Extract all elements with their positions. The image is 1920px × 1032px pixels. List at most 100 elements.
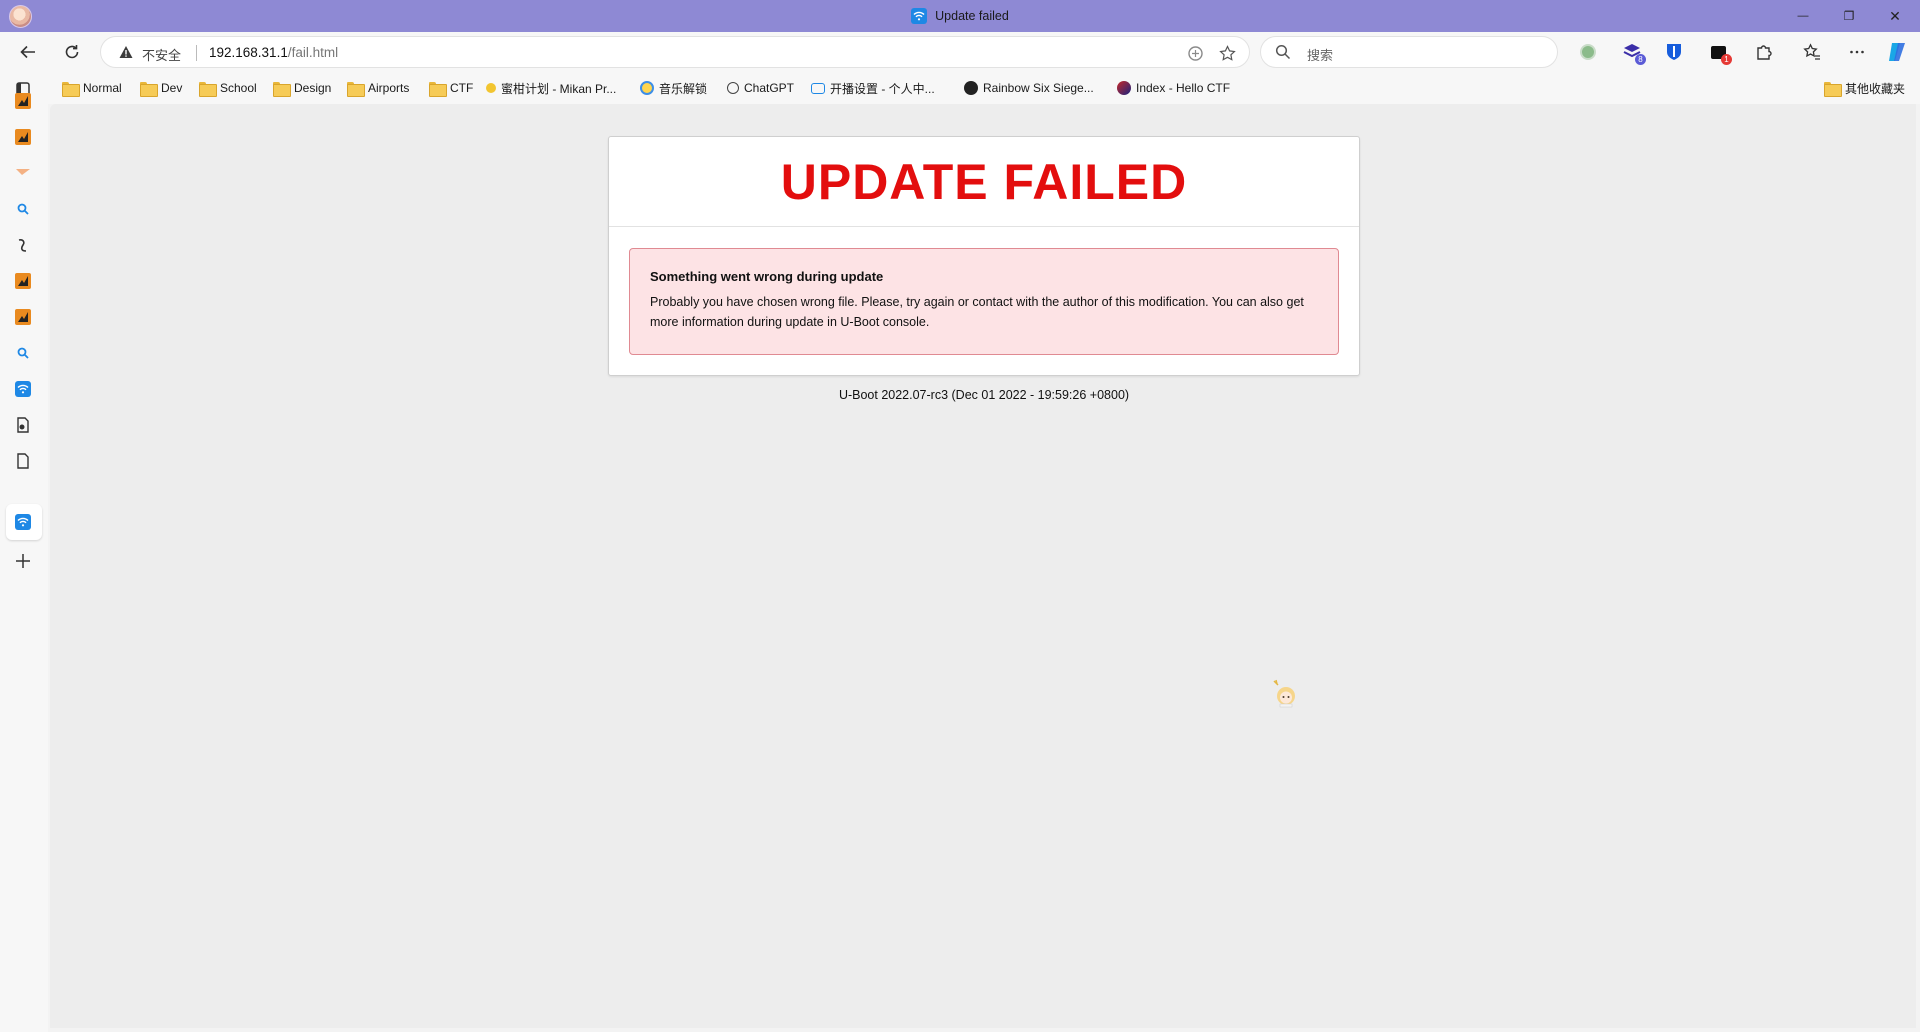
- folder-icon: [347, 81, 365, 97]
- back-arrow-icon: [20, 45, 35, 59]
- minimize-button[interactable]: —: [1780, 0, 1826, 32]
- extension-badge-red: 1: [1721, 54, 1732, 65]
- new-tab-button[interactable]: [12, 550, 34, 572]
- search-box[interactable]: 搜索: [1260, 36, 1558, 68]
- r6-icon: [964, 81, 978, 95]
- sidebar-tab-6[interactable]: [12, 270, 34, 292]
- page-viewport: UPDATE FAILED Something went wrong durin…: [50, 104, 1916, 1028]
- alert-title: Something went wrong during update: [650, 269, 884, 284]
- error-alert: Something went wrong during update Proba…: [629, 248, 1339, 355]
- sidebar-tab-10[interactable]: [12, 414, 34, 436]
- minimize-icon: —: [1797, 10, 1809, 22]
- sidebar-tab-3[interactable]: [12, 162, 34, 184]
- bookmark-mikan[interactable]: 蜜柑计划 - Mikan Pr...: [486, 79, 616, 97]
- sidebar-tab-8[interactable]: [12, 342, 34, 364]
- bookmark-label: 蜜柑计划 - Mikan Pr...: [501, 81, 617, 96]
- wifi-favicon-icon: [911, 8, 928, 24]
- wifi-tab-icon: [15, 514, 31, 530]
- document-tab-icon: [17, 453, 29, 469]
- sidebar-tab-active[interactable]: [12, 511, 34, 533]
- sidebar-tab-5[interactable]: [12, 234, 34, 256]
- search-placeholder: 搜索: [1307, 48, 1334, 63]
- url-path: /fail.html: [287, 45, 339, 60]
- sidebar-tab-11[interactable]: [12, 450, 34, 472]
- anime-mascot-image: [1273, 679, 1295, 708]
- address-divider: [196, 45, 197, 61]
- bookmark-label: Airports: [368, 81, 410, 95]
- bookmarks-bar: Normal Dev School Design Airports CTF 蜜柑…: [48, 72, 1920, 104]
- bookmark-hello-ctf[interactable]: Index - Hello CTF: [1117, 79, 1230, 97]
- music-icon: [640, 81, 654, 95]
- close-icon: ✕: [1889, 7, 1901, 24]
- extensions-button[interactable]: [1752, 40, 1776, 64]
- uboot-version: U-Boot 2022.07-rc3 (Dec 01 2022 - 19:59:…: [838, 388, 1130, 402]
- alert-message: Probably you have chosen wrong file. Ple…: [650, 295, 1304, 329]
- bookmark-ctf[interactable]: CTF: [429, 79, 473, 97]
- flag-tab-icon: [16, 169, 30, 175]
- document-audio-tab-icon: [17, 417, 29, 433]
- title-bar: Update failed — ❐ ✕: [0, 0, 1920, 32]
- more-menu-button[interactable]: [1845, 40, 1869, 64]
- sidebar-tab-7[interactable]: [12, 306, 34, 328]
- green-circle-icon: [1580, 44, 1596, 60]
- sidebar-tab-4[interactable]: [12, 198, 34, 220]
- bookmark-music-unlock[interactable]: 音乐解锁: [640, 79, 707, 97]
- url-text[interactable]: 192.168.31.1/fail.html: [209, 45, 338, 60]
- sidebar-tab-2[interactable]: [12, 126, 34, 148]
- bookmark-label: Index - Hello CTF: [1136, 81, 1231, 95]
- puzzle-icon: [1757, 45, 1772, 60]
- search-tab-icon: [17, 203, 29, 215]
- bookmark-label: ChatGPT: [744, 81, 795, 95]
- mikan-icon: [486, 83, 496, 93]
- dark-extension-button[interactable]: 1: [1706, 40, 1732, 65]
- restore-icon: ❐: [1843, 9, 1855, 23]
- page-title: UPDATE FAILED: [609, 137, 1359, 227]
- bookmark-dev[interactable]: Dev: [140, 79, 182, 97]
- bookmark-label: School: [220, 81, 257, 95]
- refresh-button[interactable]: [56, 36, 88, 68]
- update-status-card: UPDATE FAILED Something went wrong durin…: [608, 136, 1360, 376]
- bitwarden-extension-button[interactable]: [1662, 40, 1686, 64]
- helloctf-icon: [1117, 81, 1131, 95]
- chart-tab-icon: [15, 93, 31, 109]
- window-title: Update failed: [0, 0, 1920, 32]
- copilot-button[interactable]: [1885, 40, 1909, 64]
- green-extension-button[interactable]: [1576, 40, 1600, 64]
- bookmark-airports[interactable]: Airports: [347, 79, 409, 97]
- bookmark-label: Dev: [161, 81, 183, 95]
- script-tab-icon: [18, 239, 27, 252]
- bookmark-label: 开播设置 - 个人中...: [830, 81, 935, 96]
- warning-icon[interactable]: [119, 45, 133, 59]
- folder-icon: [273, 81, 291, 97]
- bookmark-rainbow-six[interactable]: Rainbow Six Siege...: [964, 79, 1094, 97]
- other-favorites[interactable]: 其他收藏夹: [1824, 79, 1905, 97]
- chart-tab-icon: [15, 273, 31, 289]
- more-dots-icon: [1850, 50, 1864, 54]
- chatgpt-icon: [727, 82, 739, 94]
- close-button[interactable]: ✕: [1872, 0, 1918, 32]
- translate-icon[interactable]: [1185, 43, 1205, 63]
- bookmark-normal[interactable]: Normal: [62, 79, 122, 97]
- shield-icon: [1667, 44, 1681, 60]
- favorites-star-list-icon: [1803, 43, 1820, 60]
- copilot-icon: [1889, 43, 1905, 61]
- sidebar-tab-9[interactable]: [12, 378, 34, 400]
- bookmark-label: CTF: [450, 81, 474, 95]
- bookmark-design[interactable]: Design: [273, 79, 331, 97]
- folder-icon: [140, 81, 158, 97]
- folder-icon: [1824, 81, 1842, 97]
- not-secure-label[interactable]: 不安全: [142, 45, 181, 64]
- restore-button[interactable]: ❐: [1826, 0, 1872, 32]
- folder-icon: [199, 81, 217, 97]
- address-bar[interactable]: 不安全 192.168.31.1/fail.html: [100, 36, 1250, 68]
- back-button[interactable]: [12, 36, 44, 68]
- search-tab-icon: [17, 347, 29, 359]
- favorite-star-icon[interactable]: [1217, 43, 1237, 63]
- puzzle-extension-button[interactable]: 8: [1620, 40, 1646, 65]
- bookmark-school[interactable]: School: [199, 79, 257, 97]
- bookmark-chatgpt[interactable]: ChatGPT: [727, 79, 794, 97]
- favorites-button[interactable]: [1800, 40, 1824, 64]
- sidebar-tab-1[interactable]: [12, 90, 34, 112]
- bookmark-bilibili[interactable]: 开播设置 - 个人中...: [811, 79, 935, 97]
- chart-tab-icon: [15, 129, 31, 145]
